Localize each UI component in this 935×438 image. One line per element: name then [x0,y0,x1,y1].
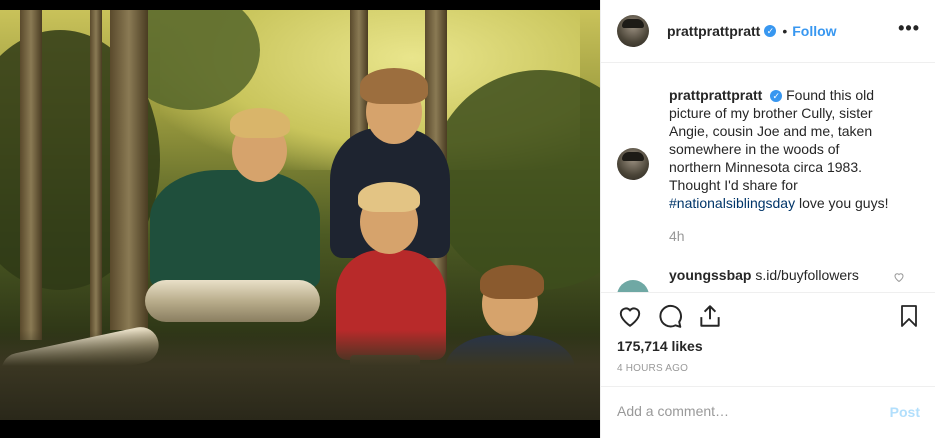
author-avatar[interactable] [617,15,649,47]
caption-text-end: love you guys! [795,195,889,211]
post-caption: prattprattpratt ✓ Found this old picture… [669,86,894,212]
post-timestamp[interactable]: 4 HOURS AGO [617,363,688,374]
commenter-username[interactable]: youngssbap [669,267,751,283]
action-bar [601,292,935,342]
caption-timestamp[interactable]: 4h [669,228,685,244]
bookmark-icon[interactable] [897,303,921,329]
caption-avatar[interactable] [617,148,649,180]
post-photo[interactable] [0,10,600,420]
caption-verified-badge-icon: ✓ [770,90,783,102]
heart-icon[interactable] [617,303,643,329]
post-header: prattprattpratt ✓ • Follow ••• [601,0,935,63]
comment-form: Post [601,386,935,438]
header-separator: • [782,23,788,39]
hashtag-link[interactable]: #nationalsiblingsday [669,195,795,211]
verified-badge-icon: ✓ [764,25,777,37]
comment-text: s.id/buyfollowers [755,267,859,283]
commenter-avatar[interactable] [617,280,649,292]
comment-bubble-icon[interactable] [657,303,683,329]
post-photo-pane[interactable] [0,0,600,438]
author-username[interactable]: prattprattpratt [667,23,760,39]
post-sidebar: prattprattpratt ✓ • Follow ••• prattprat… [600,0,935,438]
like-count[interactable]: 175,714 likes [617,338,703,354]
comments-list[interactable]: prattprattpratt ✓ Found this old picture… [601,64,935,292]
comment-heart-icon[interactable] [893,271,905,283]
more-options-icon[interactable]: ••• [898,18,920,39]
post-comment-button[interactable]: Post [890,404,920,420]
comment-input[interactable] [617,403,867,419]
share-icon[interactable] [697,303,723,329]
caption-username[interactable]: prattprattpratt [669,87,762,103]
follow-button[interactable]: Follow [792,23,836,39]
comment-item: youngssbap s.id/buyfollowers [669,267,859,283]
